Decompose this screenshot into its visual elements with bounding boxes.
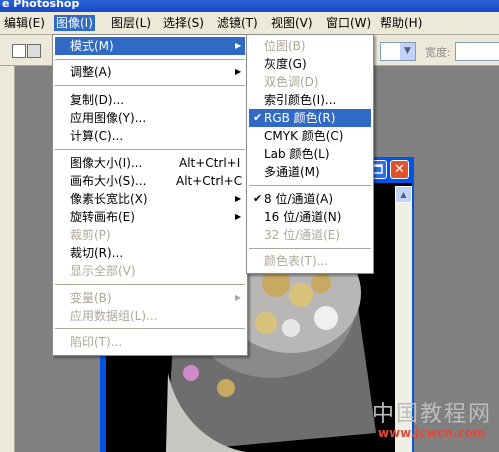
menu-item-image-size[interactable]: 图像大小(I)... Alt+Ctrl+I bbox=[55, 154, 245, 172]
triangle-right-icon: ▶ bbox=[235, 41, 242, 50]
site-watermark: 中国教程网 www.jcwcn.com bbox=[372, 402, 493, 440]
mode-item-color-table[interactable]: 颜色表(T)... bbox=[249, 252, 371, 270]
style-select[interactable]: ▼ bbox=[380, 42, 416, 61]
separator bbox=[249, 185, 371, 186]
mode-item-rgb-color[interactable]: ✔ RGB 颜色(R) bbox=[249, 109, 371, 127]
mode-item-bitmap[interactable]: 位图(B) bbox=[249, 37, 371, 55]
scroll-up-icon[interactable]: ▲ bbox=[395, 186, 412, 203]
menu-item-apply-data-set[interactable]: 应用数据组(L)... bbox=[55, 307, 245, 325]
mode-item-32-bits[interactable]: 32 位/通道(E) bbox=[249, 226, 371, 244]
menu-item-canvas-size[interactable]: 画布大小(S)... Alt+Ctrl+C bbox=[55, 172, 245, 190]
triangle-right-icon: ▶ bbox=[235, 212, 242, 221]
mode-item-lab-color[interactable]: Lab 颜色(L) bbox=[249, 145, 371, 163]
mode-item-8-bits[interactable]: ✔ 8 位/通道(A) bbox=[249, 190, 371, 208]
menu-item-reveal-all[interactable]: 显示全部(V) bbox=[55, 262, 245, 280]
menu-image[interactable]: 图像(I) bbox=[54, 15, 95, 31]
new-selection-icon[interactable] bbox=[12, 44, 26, 58]
menu-filter[interactable]: 滤镜(T) bbox=[215, 15, 260, 31]
separator bbox=[55, 85, 245, 86]
separator bbox=[55, 328, 245, 329]
menu-item-rotate-canvas[interactable]: 旋转画布(E) ▶ bbox=[55, 208, 245, 226]
mode-submenu: 位图(B) 灰度(G) 双色调(D) 索引颜色(I)... ✔ RGB 颜色(R… bbox=[246, 34, 374, 274]
menu-item-crop[interactable]: 裁剪(P) bbox=[55, 226, 245, 244]
triangle-right-icon: ▶ bbox=[235, 67, 242, 76]
menubar: 编辑(E) 图像(I) 图层(L) 选择(S) 滤镜(T) 视图(V) 窗口(W… bbox=[0, 12, 499, 35]
check-mark-icon: ✔ bbox=[253, 192, 263, 205]
separator bbox=[55, 59, 245, 60]
menu-layer[interactable]: 图层(L) bbox=[109, 15, 153, 31]
separator bbox=[55, 284, 245, 285]
mode-item-indexed-color[interactable]: 索引颜色(I)... bbox=[249, 91, 371, 109]
menu-item-variables[interactable]: 变量(B) ▶ bbox=[55, 289, 245, 307]
menu-item-calculations[interactable]: 计算(C)... bbox=[55, 127, 245, 145]
mode-item-16-bits[interactable]: 16 位/通道(N) bbox=[249, 208, 371, 226]
chevron-down-icon: ▼ bbox=[400, 43, 415, 60]
mode-item-cmyk-color[interactable]: CMYK 颜色(C) bbox=[249, 127, 371, 145]
window-title: e Photoshop bbox=[2, 0, 80, 10]
menu-item-trim[interactable]: 裁切(R)... bbox=[55, 244, 245, 262]
menu-item-pixel-aspect-ratio[interactable]: 像素长宽比(X) ▶ bbox=[55, 190, 245, 208]
menu-edit[interactable]: 编辑(E) bbox=[2, 15, 47, 31]
check-mark-icon: ✔ bbox=[253, 111, 263, 124]
menu-item-trap[interactable]: 陷印(T)... bbox=[55, 333, 245, 351]
mode-item-grayscale[interactable]: 灰度(G) bbox=[249, 55, 371, 73]
triangle-right-icon: ▶ bbox=[235, 293, 242, 302]
mode-item-duotone[interactable]: 双色调(D) bbox=[249, 73, 371, 91]
tools-panel bbox=[0, 66, 15, 452]
menu-window[interactable]: 窗口(W) bbox=[324, 15, 373, 31]
triangle-right-icon: ▶ bbox=[235, 194, 242, 203]
mode-item-multichannel[interactable]: 多通道(M) bbox=[249, 163, 371, 181]
close-icon: ✕ bbox=[394, 162, 405, 177]
width-label: 宽度: bbox=[425, 46, 451, 59]
app-titlebar: e Photoshop bbox=[0, 0, 499, 12]
close-button[interactable]: ✕ bbox=[390, 160, 409, 179]
menu-item-apply-image[interactable]: 应用图像(Y)... bbox=[55, 109, 245, 127]
separator bbox=[55, 149, 245, 150]
menu-item-mode[interactable]: 模式(M) ▶ bbox=[55, 37, 245, 55]
image-menu: 模式(M) ▶ 调整(A) ▶ 复制(D)... 应用图像(Y)... 计算(C… bbox=[52, 34, 248, 356]
menu-item-adjust[interactable]: 调整(A) ▶ bbox=[55, 63, 245, 81]
menu-help[interactable]: 帮助(H) bbox=[378, 15, 424, 31]
separator bbox=[249, 248, 371, 249]
menu-view[interactable]: 视图(V) bbox=[269, 15, 315, 31]
add-selection-icon[interactable] bbox=[27, 44, 41, 58]
menu-select[interactable]: 选择(S) bbox=[161, 15, 206, 31]
width-field[interactable] bbox=[455, 42, 499, 61]
menu-item-duplicate[interactable]: 复制(D)... bbox=[55, 91, 245, 109]
